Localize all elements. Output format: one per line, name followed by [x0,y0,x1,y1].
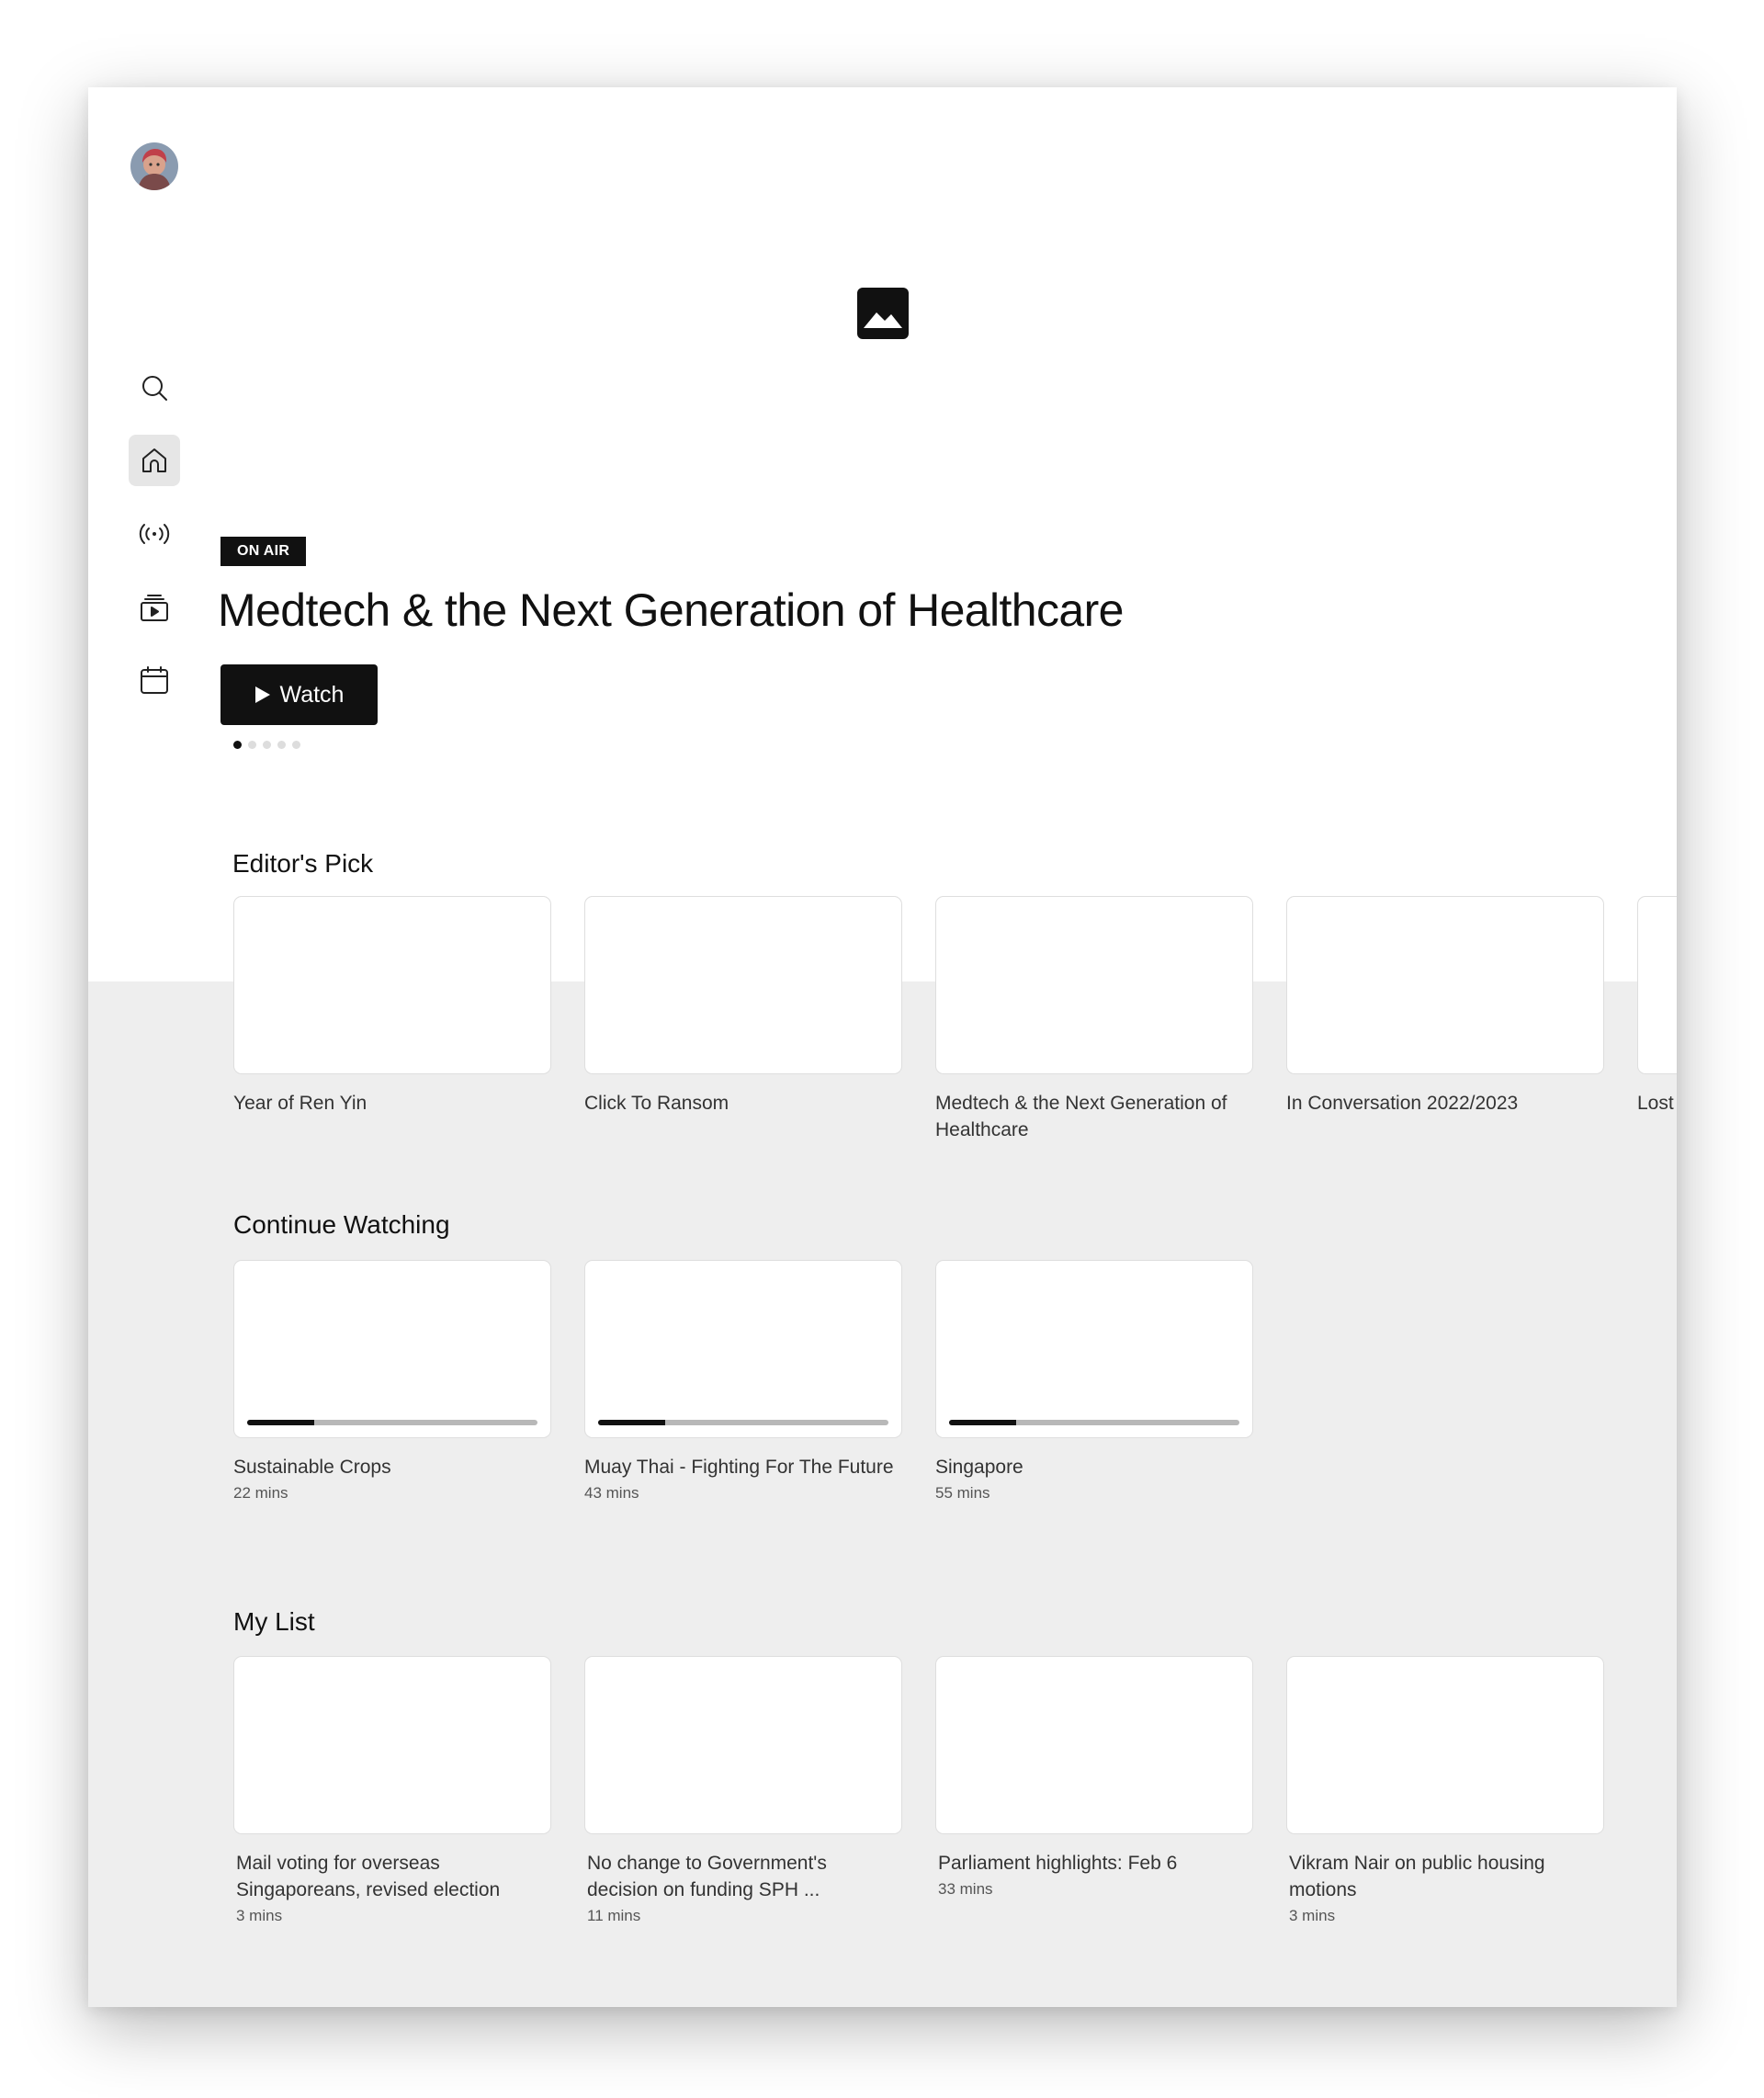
my-list-card[interactable]: Vikram Nair on public housing motions 3 … [1286,1656,1604,1925]
card-title: In Conversation 2022/2023 [1286,1093,1519,1114]
card-thumbnail[interactable] [584,1656,902,1834]
on-air-badge: ON AIR [220,537,307,566]
card-thumbnail[interactable] [584,1260,902,1438]
card-title: Year of Ren Yin [233,1093,368,1114]
editors-pick-card[interactable]: Year of Ren Yin [233,896,551,1143]
card-title: Mail voting for overseas Singaporeans, r… [236,1853,501,1900]
calendar-icon [141,666,168,694]
card-title: Medtech & the Next Generation of Healthc… [935,1093,1227,1140]
continue-watching-card[interactable]: Singapore 55 mins [935,1260,1253,1503]
card-title: No change to Government's decision on fu… [587,1853,827,1900]
continue-watching-card[interactable]: Muay Thai - Fighting For The Future 43 m… [584,1260,902,1503]
carousel-dot[interactable] [248,741,256,749]
card-title: Sustainable Crops [233,1457,391,1478]
broadcast-icon [139,524,170,544]
card-duration: 33 mins [938,1880,993,1898]
card-title: Click To Ransom [584,1093,729,1114]
carousel-indicator [233,741,300,749]
card-thumbnail[interactable] [1286,1656,1604,1834]
card-thumbnail[interactable] [233,1260,551,1438]
sidebar-item-videos[interactable] [129,582,180,633]
progress-bar [949,1420,1239,1425]
my-list-card[interactable]: Mail voting for overseas Singaporeans, r… [233,1656,551,1925]
card-thumbnail[interactable] [584,896,902,1074]
card-thumbnail[interactable] [233,1656,551,1834]
section-title-my-list: My List [233,1607,315,1636]
video-library-icon [141,595,168,621]
progress-bar [247,1420,537,1425]
card-thumbnail[interactable] [233,896,551,1074]
play-icon [254,686,270,703]
card-thumbnail[interactable] [1637,896,1677,1074]
editors-pick-row: Year of Ren Yin Click To Ransom Medtech … [233,896,1677,1143]
watch-button-label: Watch [279,681,345,708]
section-title-continue-watching: Continue Watching [233,1210,450,1239]
card-title: Parliament highlights: Feb 6 [938,1853,1178,1874]
card-title: Muay Thai - Fighting For The Future [584,1457,894,1478]
home-icon [142,448,166,472]
my-list-card[interactable]: Parliament highlights: Feb 6 33 mins [935,1656,1253,1925]
progress-fill [949,1420,1016,1425]
continue-watching-row: Sustainable Crops 22 mins Muay Thai - Fi… [233,1260,1253,1503]
carousel-dot[interactable] [233,741,242,749]
card-thumbnail[interactable] [935,896,1253,1074]
hero-background [88,87,1677,981]
card-thumbnail[interactable] [935,1260,1253,1438]
card-thumbnail[interactable] [1286,896,1604,1074]
app-window: ON AIR Medtech & the Next Generation of … [88,87,1677,2007]
continue-watching-card[interactable]: Sustainable Crops 22 mins [233,1260,551,1503]
my-list-card[interactable]: No change to Government's decision on fu… [584,1656,902,1925]
search-icon [142,376,167,401]
card-title: Singapore [935,1457,1023,1478]
card-duration: 55 mins [935,1484,990,1502]
progress-fill [598,1420,665,1425]
card-duration: 3 mins [1289,1907,1336,1924]
editors-pick-card[interactable]: Lost [1637,896,1677,1143]
image-placeholder-icon [857,288,909,339]
watch-button[interactable]: Watch [220,664,378,725]
editors-pick-card[interactable]: In Conversation 2022/2023 [1286,896,1604,1143]
card-title: Lost [1637,1093,1674,1114]
card-duration: 3 mins [236,1907,283,1924]
sidebar-item-schedule[interactable] [129,654,180,706]
card-duration: 22 mins [233,1484,288,1502]
sidebar-item-search[interactable] [129,362,180,414]
carousel-dot[interactable] [292,741,300,749]
card-duration: 43 mins [584,1484,639,1502]
editors-pick-card[interactable]: Click To Ransom [584,896,902,1143]
sidebar-item-live[interactable] [129,508,180,560]
hero-title: Medtech & the Next Generation of Healthc… [218,584,1124,636]
sidebar-item-home[interactable] [129,435,180,486]
editors-pick-card[interactable]: Medtech & the Next Generation of Healthc… [935,896,1253,1143]
my-list-row: Mail voting for overseas Singaporeans, r… [233,1656,1604,1925]
card-duration: 11 mins [587,1907,641,1924]
card-title: Vikram Nair on public housing motions [1289,1853,1545,1900]
progress-fill [247,1420,314,1425]
card-thumbnail[interactable] [935,1656,1253,1834]
section-title-editors-pick: Editor's Pick [232,849,374,878]
progress-bar [598,1420,888,1425]
carousel-dot[interactable] [263,741,271,749]
carousel-dot[interactable] [277,741,286,749]
user-avatar[interactable] [130,142,178,190]
